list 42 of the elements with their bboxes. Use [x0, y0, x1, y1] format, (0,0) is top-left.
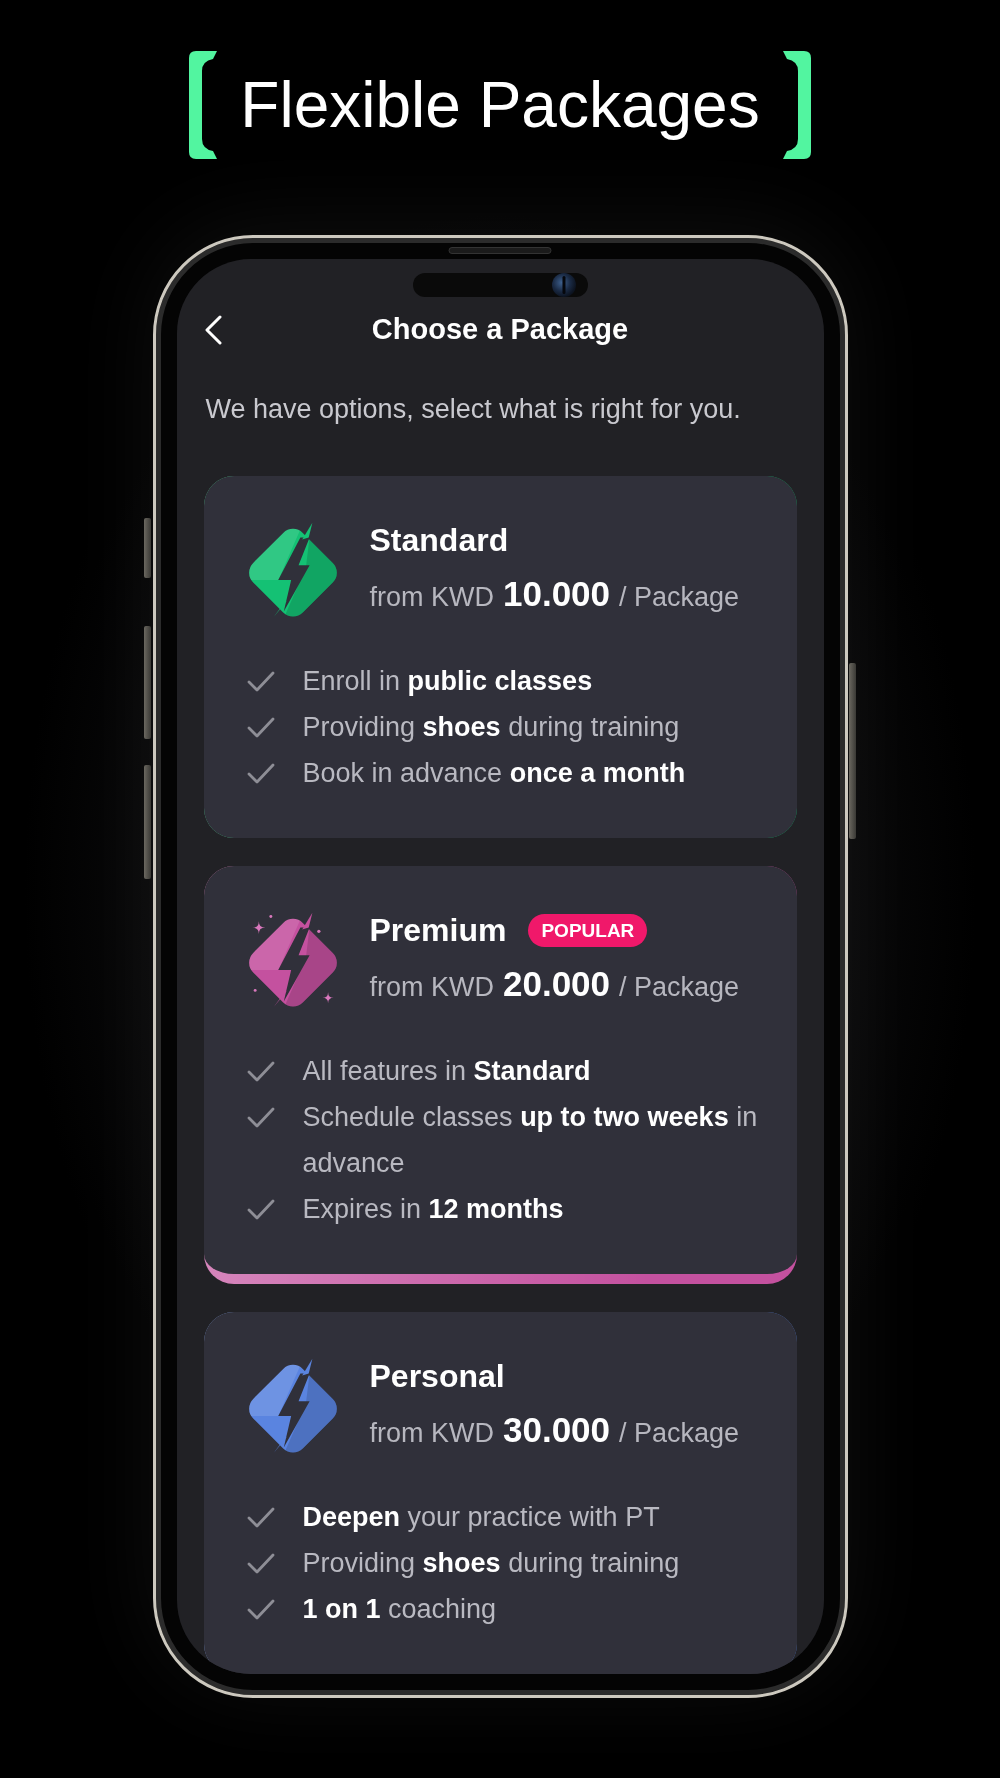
price-amount: 10.000: [503, 574, 611, 614]
side-button[interactable]: [143, 765, 151, 879]
price-prefix: from KWD: [369, 971, 494, 1004]
side-button[interactable]: [143, 626, 151, 739]
price-unit: / Package: [619, 1417, 740, 1450]
check-icon: [246, 1506, 275, 1528]
feature-text: Providing shoes during training: [302, 1547, 680, 1580]
screen-title: Choose a Package: [371, 313, 629, 346]
feature-text: Enroll in public classes: [302, 665, 593, 698]
feature-text: All features in Standard: [302, 1055, 591, 1088]
check-icon: [246, 762, 275, 784]
price-unit: / Package: [619, 971, 740, 1004]
check-icon: [246, 716, 275, 738]
bracket-icon: [189, 51, 218, 159]
package-card[interactable]: Personal from KWD 30.000 / Package Deepen your practice with PT Providing shoes during training 1 on 1 coaching: [203, 1312, 797, 1674]
feature-text: 1 on 1 coaching: [302, 1593, 497, 1626]
check-icon: [246, 1106, 275, 1128]
side-button[interactable]: [848, 663, 856, 839]
check-icon: [246, 1552, 275, 1574]
feature-text: Expires in 12 months: [302, 1193, 564, 1226]
popular-badge: POPULAR: [528, 913, 648, 947]
feature-text: Providing shoes during training: [302, 711, 680, 744]
check-icon: [246, 1060, 275, 1082]
side-button[interactable]: [143, 518, 151, 578]
bracket-icon: [782, 51, 811, 159]
price-prefix: from KWD: [369, 1417, 494, 1450]
price-amount: 20.000: [503, 964, 611, 1004]
package-card[interactable]: Standard from KWD 10.000 / Package Enroll in public classes Providing shoes during training Book in advance once a month: [203, 476, 797, 838]
feature-text: Deepen your practice with PT: [302, 1501, 660, 1534]
price-prefix: from KWD: [369, 581, 494, 614]
check-icon: [246, 1198, 275, 1220]
feature-text: Book in advance once a month: [302, 757, 686, 790]
package-name: Premium: [369, 911, 507, 949]
check-icon: [246, 1598, 275, 1620]
package-name: Standard: [369, 521, 509, 559]
package-name: Personal: [369, 1357, 505, 1395]
back-icon[interactable]: [204, 314, 222, 345]
feature-text: Schedule classes up to two weeks in advance: [302, 1101, 759, 1180]
price-unit: / Package: [619, 581, 740, 614]
price-amount: 30.000: [503, 1410, 611, 1450]
intro-text: We have options, select what is right for you.: [205, 394, 742, 424]
check-icon: [246, 670, 275, 692]
